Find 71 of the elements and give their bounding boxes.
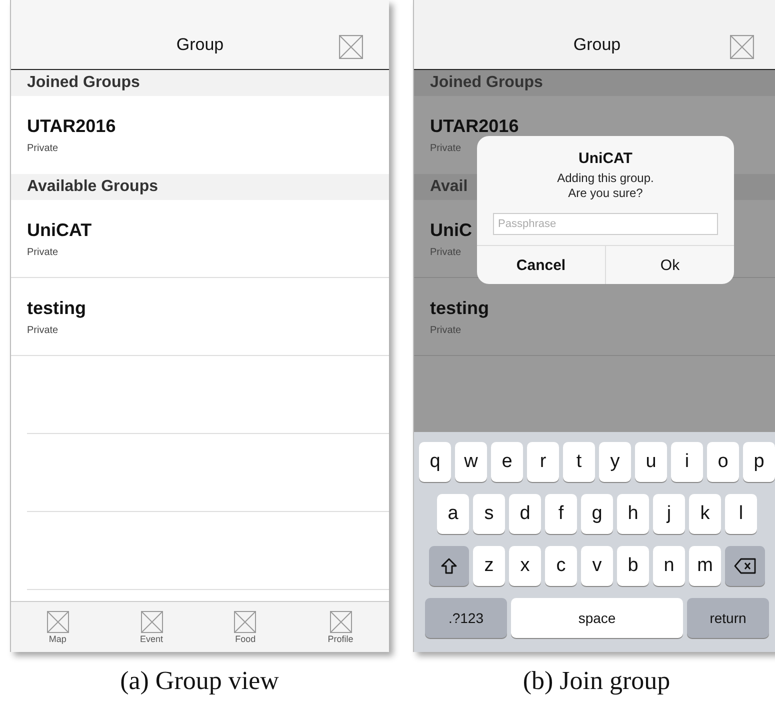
key[interactable]: n (653, 546, 685, 586)
image-placeholder-icon (330, 610, 352, 632)
key[interactable]: m (689, 546, 721, 586)
key[interactable]: r (527, 442, 559, 482)
image-placeholder-icon (140, 610, 163, 632)
key[interactable]: o (707, 442, 739, 482)
key[interactable]: c (545, 546, 577, 586)
group-row[interactable]: testing Private (11, 278, 389, 356)
backspace-icon (734, 558, 756, 574)
key[interactable]: e (491, 442, 523, 482)
key[interactable]: a (437, 494, 469, 534)
key[interactable]: g (581, 494, 613, 534)
screen-title: Group (176, 35, 224, 55)
key[interactable]: i (671, 442, 703, 482)
section-header: Joined Groups (11, 70, 389, 96)
group-row[interactable]: UniCAT Private (11, 200, 389, 278)
key[interactable]: h (617, 494, 649, 534)
group-name: UniCAT (27, 220, 92, 240)
key[interactable]: z (473, 546, 505, 586)
group-privacy: Private (430, 246, 462, 258)
image-placeholder-icon (234, 610, 256, 632)
group-privacy: Private (27, 143, 58, 154)
key[interactable]: f (545, 494, 577, 534)
key[interactable]: s (473, 494, 505, 534)
image-placeholder-icon (339, 35, 363, 59)
tab-button[interactable]: Food (234, 610, 256, 644)
key[interactable]: p (743, 442, 775, 482)
key[interactable]: w (455, 442, 487, 482)
key[interactable]: x (509, 546, 541, 586)
dialog-button[interactable]: Cancel (477, 246, 605, 284)
dialog-title: UniCAT (578, 150, 632, 167)
tab-button[interactable]: Map (46, 610, 69, 644)
group-privacy: Private (430, 324, 462, 336)
key[interactable]: v (581, 546, 613, 586)
function-key[interactable]: .?123 (425, 598, 507, 638)
space-key[interactable]: space (511, 598, 683, 638)
key[interactable]: d (509, 494, 541, 534)
key[interactable]: l (725, 494, 757, 534)
key[interactable]: j (653, 494, 685, 534)
group-name: testing (430, 298, 490, 318)
key[interactable]: y (599, 442, 631, 482)
key[interactable]: k (689, 494, 721, 534)
dialog-message: Adding this group. (557, 171, 654, 186)
image-placeholder-icon (46, 610, 69, 632)
group-name: UTAR2016 (430, 116, 519, 137)
tab-button[interactable]: Event (140, 610, 164, 644)
group-row[interactable]: UTAR2016 Private (11, 96, 389, 174)
dialog-button[interactable]: Ok (605, 246, 734, 284)
function-key[interactable]: return (687, 598, 769, 638)
image-placeholder-icon (730, 35, 754, 59)
section-header: Joined Groups (414, 70, 775, 96)
key[interactable]: t (563, 442, 595, 482)
figure-caption: (a) Group view (120, 666, 279, 696)
group-name: testing (27, 298, 86, 318)
dialog-message: Are you sure? (568, 186, 643, 201)
group-name: UTAR2016 (27, 116, 116, 137)
group-privacy: Private (27, 324, 58, 336)
group-name: UniC (430, 220, 472, 240)
group-privacy: Private (27, 246, 58, 258)
passphrase-field[interactable]: Passphrase (493, 213, 718, 235)
shift-key[interactable] (429, 546, 469, 586)
key[interactable]: b (617, 546, 649, 586)
key[interactable]: q (419, 442, 451, 482)
figure-caption: (b) Join group (522, 666, 670, 696)
delete-key[interactable] (725, 546, 765, 586)
screen-title: Group (573, 35, 621, 55)
group-privacy: Private (430, 143, 462, 154)
tab-button[interactable]: Profile (328, 610, 354, 644)
section-header: Available Groups (11, 174, 389, 200)
key[interactable]: u (635, 442, 667, 482)
shift-icon (440, 557, 458, 575)
